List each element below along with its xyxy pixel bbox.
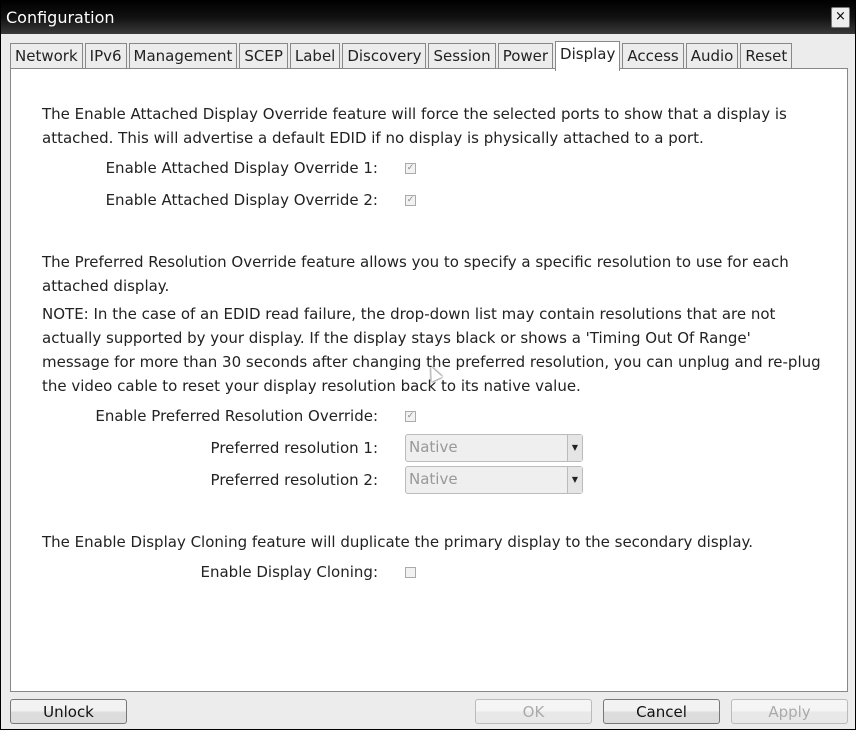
resolution-1-row: Preferred resolution 1:: [11, 439, 378, 457]
display-cloning-label: Enable Display Cloning:: [200, 563, 379, 581]
close-button[interactable]: ×: [831, 7, 850, 28]
configuration-window: Configuration × Network IPv6 Management …: [0, 0, 856, 730]
resolution-1-label: Preferred resolution 1:: [210, 439, 378, 457]
tab-display[interactable]: Display: [555, 41, 621, 71]
tab-ipv6[interactable]: IPv6: [84, 43, 127, 69]
unlock-button[interactable]: Unlock: [10, 699, 127, 724]
display-cloning-row: Enable Display Cloning:: [11, 563, 416, 581]
cancel-button[interactable]: Cancel: [603, 699, 720, 724]
apply-button[interactable]: Apply: [731, 699, 848, 724]
tab-discovery[interactable]: Discovery: [342, 43, 427, 69]
tab-scep[interactable]: SCEP: [239, 43, 288, 69]
display-cloning-description: The Enable Display Cloning feature will …: [42, 533, 754, 551]
title-bar: Configuration ×: [1, 1, 855, 34]
tab-label[interactable]: Label: [289, 43, 341, 69]
check-icon: ✓: [406, 410, 415, 421]
resolution-1-value: Native: [409, 438, 458, 456]
attached-override-2-label: Enable Attached Display Override 2:: [105, 191, 378, 209]
close-icon: ×: [835, 9, 846, 24]
tab-reset[interactable]: Reset: [740, 43, 793, 69]
preferred-resolution-description: The Preferred Resolution Override featur…: [42, 253, 789, 295]
resolution-1-dropdown[interactable]: Native ▼: [405, 434, 583, 462]
resolution-2-dropdown[interactable]: Native ▼: [405, 466, 583, 494]
resolution-2-label: Preferred resolution 2:: [210, 471, 378, 489]
dropdown-arrow-icon: ▼: [567, 467, 582, 493]
attached-display-description: The Enable Attached Display Override fea…: [42, 105, 787, 147]
window-title: Configuration: [6, 8, 115, 27]
check-icon: ✓: [406, 194, 415, 205]
attached-override-2-row: Enable Attached Display Override 2: ✓: [11, 191, 416, 209]
ok-button[interactable]: OK: [475, 699, 592, 724]
tab-network[interactable]: Network: [10, 43, 83, 69]
preferred-override-row: Enable Preferred Resolution Override: ✓: [11, 407, 416, 425]
tab-access[interactable]: Access: [622, 43, 684, 69]
tab-power[interactable]: Power: [497, 43, 554, 69]
attached-override-1-row: Enable Attached Display Override 1: ✓: [11, 159, 416, 177]
check-icon: ✓: [406, 162, 415, 173]
display-cloning-checkbox[interactable]: [405, 566, 416, 578]
resolution-2-value: Native: [409, 470, 458, 488]
dropdown-arrow-icon: ▼: [567, 435, 582, 461]
display-panel: The Enable Attached Display Override fea…: [10, 68, 848, 692]
preferred-override-label: Enable Preferred Resolution Override:: [95, 407, 378, 425]
resolution-2-row: Preferred resolution 2:: [11, 471, 378, 489]
attached-override-2-checkbox[interactable]: ✓: [405, 194, 416, 206]
tab-audio[interactable]: Audio: [685, 43, 739, 69]
attached-override-1-label: Enable Attached Display Override 1:: [105, 159, 378, 177]
tab-bar: Network IPv6 Management SCEP Label Disco…: [10, 41, 794, 71]
preferred-resolution-note: NOTE: In the case of an EDID read failur…: [42, 305, 821, 395]
preferred-override-checkbox[interactable]: ✓: [405, 410, 416, 422]
attached-override-1-checkbox[interactable]: ✓: [405, 162, 416, 174]
tab-management[interactable]: Management: [128, 43, 238, 69]
tab-session[interactable]: Session: [428, 43, 496, 69]
